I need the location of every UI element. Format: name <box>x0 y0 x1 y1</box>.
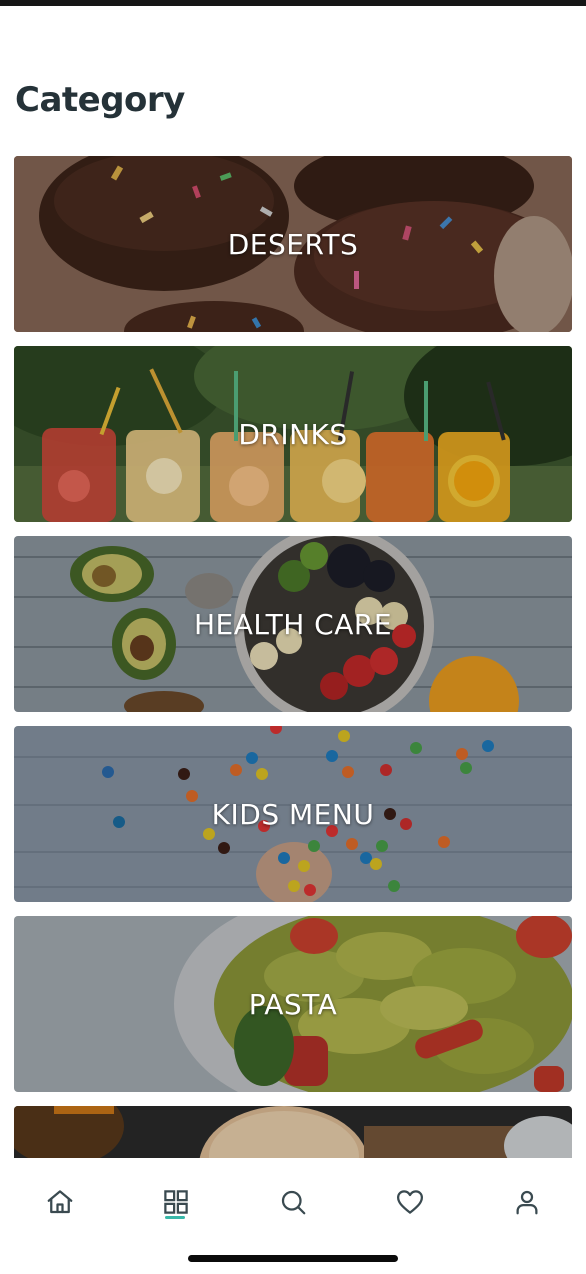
category-label: DRINKS <box>238 417 348 451</box>
category-card-health-care[interactable]: HEALTH CARE <box>14 536 572 712</box>
nav-search[interactable] <box>263 1172 323 1232</box>
status-bar <box>0 0 586 6</box>
category-card-kids-menu[interactable]: KIDS MENU <box>14 726 572 902</box>
next-overlay <box>14 1106 572 1158</box>
home-indicator <box>188 1255 398 1262</box>
search-icon <box>281 1190 306 1215</box>
category-card-drinks[interactable]: DRINKS <box>14 346 572 522</box>
home-icon <box>47 1190 73 1214</box>
nav-home[interactable] <box>30 1172 90 1232</box>
heart-icon <box>397 1190 423 1214</box>
category-card-pasta[interactable]: PASTA <box>14 916 572 1092</box>
category-card-deserts[interactable]: DESERTS <box>14 156 572 332</box>
category-label: PASTA <box>248 987 338 1021</box>
user-icon <box>516 1190 538 1215</box>
active-tab-indicator <box>165 1216 185 1219</box>
category-label: KIDS MENU <box>211 797 375 831</box>
category-label: DESERTS <box>227 227 359 261</box>
page-title: Category <box>15 80 185 120</box>
grid-icon <box>164 1190 188 1214</box>
nav-categories[interactable] <box>146 1172 206 1232</box>
category-label: HEALTH CARE <box>193 607 393 641</box>
category-list[interactable]: DESERTS DRINKS HEALTH CARE KIDS MENU PAS… <box>14 156 572 1158</box>
category-card-next[interactable] <box>14 1106 572 1158</box>
nav-profile[interactable] <box>497 1172 557 1232</box>
nav-favorites[interactable] <box>380 1172 440 1232</box>
